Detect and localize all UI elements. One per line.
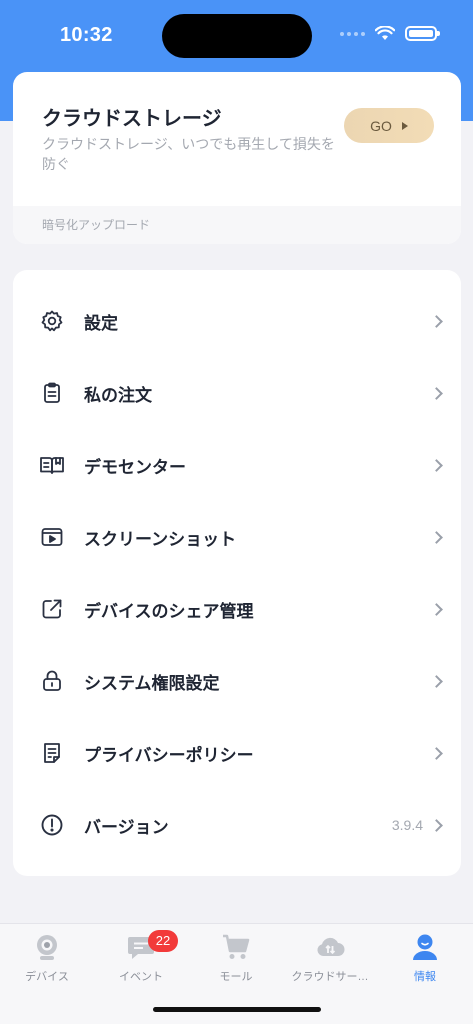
status-time: 10:32 xyxy=(60,24,113,46)
tab-label: イベント xyxy=(119,971,163,983)
tab-info[interactable]: 情報 xyxy=(378,932,472,992)
menu-item-label: 設定 xyxy=(84,313,118,333)
tab-cloud-service[interactable]: クラウドサー… xyxy=(283,932,377,992)
gear-icon xyxy=(39,308,65,334)
go-button-label: GO xyxy=(370,117,392,134)
tab-label: モール xyxy=(219,971,253,983)
share-out-icon xyxy=(39,596,65,622)
chevron-right-icon xyxy=(430,458,443,472)
menu-item-version[interactable]: バージョン 3.9.4 xyxy=(13,789,461,861)
menu-item-label: スクリーンショット xyxy=(84,529,237,549)
dynamic-island xyxy=(162,14,312,58)
menu-item-demo-center[interactable]: デモセンター xyxy=(13,429,461,501)
menu-item-system-permissions[interactable]: システム権限設定 xyxy=(13,645,461,717)
cloud-icon xyxy=(315,932,345,962)
chevron-right-icon xyxy=(430,530,443,544)
menu-item-label: デモセンター xyxy=(84,457,186,477)
chevron-right-icon xyxy=(430,602,443,616)
menu-item-label: システム権限設定 xyxy=(84,673,220,693)
lock-icon xyxy=(39,668,65,694)
video-screen-icon xyxy=(39,524,65,550)
tab-label: デバイス xyxy=(25,971,69,983)
go-button[interactable]: GO xyxy=(344,108,434,143)
event-count-badge: 22 xyxy=(148,930,178,952)
tab-mall[interactable]: モール xyxy=(189,932,283,992)
tab-label: クラウドサー… xyxy=(291,971,369,983)
menu-item-screenshots[interactable]: スクリーンショット xyxy=(13,501,461,573)
chevron-right-icon xyxy=(430,746,443,760)
chevron-right-icon xyxy=(430,314,443,328)
encrypted-upload-note: 暗号化アップロード xyxy=(13,206,461,244)
cart-icon xyxy=(221,932,251,962)
book-icon xyxy=(39,452,65,478)
cloud-storage-description: クラウドストレージ、いつでも再生して損失を防ぐ xyxy=(42,136,335,172)
tab-events[interactable]: 22 イベント xyxy=(94,930,188,992)
home-indicator[interactable] xyxy=(153,1007,321,1012)
info-icon xyxy=(39,812,65,838)
menu-item-my-orders[interactable]: 私の注文 xyxy=(13,357,461,429)
chevron-right-icon xyxy=(430,818,443,832)
status-bar: 10:32 xyxy=(0,0,473,72)
menu-item-label: 私の注文 xyxy=(84,385,152,405)
menu-item-privacy-policy[interactable]: プライバシーポリシー xyxy=(13,717,461,789)
status-indicators xyxy=(340,26,440,41)
version-value: 3.9.4 xyxy=(391,817,423,833)
cloud-storage-title: クラウドストレージ xyxy=(42,108,222,130)
cloud-storage-card[interactable]: クラウドストレージ クラウドストレージ、いつでも再生して損失を防ぐ GO 暗号化… xyxy=(13,72,461,244)
menu-item-device-share[interactable]: デバイスのシェア管理 xyxy=(13,573,461,645)
document-icon xyxy=(39,740,65,766)
signal-icon xyxy=(340,31,365,36)
tab-devices[interactable]: デバイス xyxy=(0,932,94,992)
menu-item-label: デバイスのシェア管理 xyxy=(84,601,254,621)
person-icon xyxy=(410,932,440,962)
menu-item-settings[interactable]: 設定 xyxy=(13,285,461,357)
menu-item-label: バージョン xyxy=(84,817,169,837)
chevron-right-icon xyxy=(430,386,443,400)
chevron-right-icon xyxy=(430,674,443,688)
tab-label: 情報 xyxy=(414,971,436,983)
play-arrow-icon xyxy=(401,121,408,130)
battery-icon xyxy=(405,26,440,41)
clipboard-icon xyxy=(39,380,65,406)
camera-icon xyxy=(32,932,62,962)
wifi-icon xyxy=(375,26,395,40)
menu-item-label: プライバシーポリシー xyxy=(84,745,254,765)
menu-list: 設定 私の注文 デモセンター スクリーンショット デバイスのシェア管理 システム… xyxy=(13,270,461,876)
